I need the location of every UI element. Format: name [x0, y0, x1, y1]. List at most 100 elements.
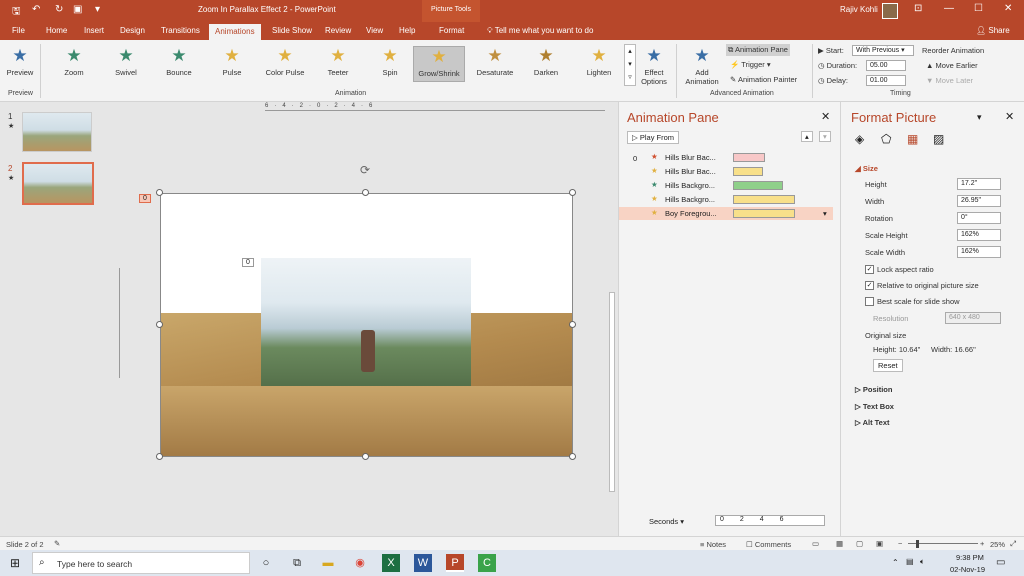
- fit-slide-icon[interactable]: ⤢: [1010, 539, 1016, 549]
- animation-row[interactable]: ★ Hills Backgro...: [619, 179, 833, 192]
- resolution-dropdown[interactable]: 640 x 480: [945, 312, 1001, 324]
- slide-sorter-icon[interactable]: ▦: [836, 539, 843, 548]
- spelling-icon[interactable]: ✎: [54, 539, 60, 548]
- cortana-icon[interactable]: ○: [257, 554, 275, 572]
- effect-options-button[interactable]: ★ Effect Options: [636, 46, 672, 86]
- animation-tag[interactable]: 0: [242, 258, 254, 267]
- pane-options-icon[interactable]: ▾: [977, 112, 982, 123]
- rotation-input[interactable]: 0°: [957, 212, 1001, 224]
- animation-painter-button[interactable]: ✎ Animation Painter: [730, 75, 797, 84]
- close-pane-icon[interactable]: ✕: [1005, 110, 1014, 123]
- camtasia-icon[interactable]: C: [478, 554, 496, 572]
- user-name[interactable]: Rajiv Kohli: [840, 5, 878, 14]
- network-icon[interactable]: ▤: [906, 557, 914, 566]
- animation-row[interactable]: ★ Boy Foregrou... ▾: [619, 207, 833, 220]
- start-from-beginning-icon[interactable]: ▣: [73, 4, 82, 15]
- timing-bar[interactable]: [733, 195, 795, 204]
- animation-bounce[interactable]: ★ Bounce: [153, 46, 205, 82]
- rotate-handle-icon[interactable]: ⟳: [360, 163, 370, 177]
- avatar[interactable]: [882, 3, 898, 19]
- maximize-icon[interactable]: ☐: [974, 3, 983, 14]
- taskbar-search[interactable]: ⌕ Type here to search: [32, 552, 250, 574]
- resize-handle[interactable]: [156, 453, 163, 460]
- scale-height-input[interactable]: 162%: [957, 229, 1001, 241]
- size-section-header[interactable]: ◢ Size: [855, 164, 878, 173]
- resize-handle[interactable]: [569, 189, 576, 196]
- scale-width-input[interactable]: 162%: [957, 246, 1001, 258]
- animation-color-pulse[interactable]: ★ Color Pulse: [259, 46, 311, 82]
- reset-button[interactable]: Reset: [873, 359, 903, 372]
- animation-darken[interactable]: ★ Darken: [520, 46, 572, 82]
- move-down-button[interactable]: ▾: [819, 131, 831, 142]
- animation-swivel[interactable]: ★ Swivel: [100, 46, 152, 82]
- tab-file[interactable]: File: [12, 26, 25, 35]
- move-earlier-button[interactable]: ▲ Move Earlier: [926, 61, 978, 70]
- undo-icon[interactable]: ↶: [32, 4, 40, 15]
- row-dropdown-icon[interactable]: ▾: [823, 209, 827, 218]
- relative-size-checkbox[interactable]: ✓: [865, 281, 874, 290]
- normal-view-icon[interactable]: ▭: [812, 539, 819, 548]
- clock-date[interactable]: 02-Nov-19: [950, 565, 985, 574]
- timing-bar[interactable]: [733, 181, 783, 190]
- effects-icon[interactable]: ⬠: [881, 132, 891, 146]
- tab-format[interactable]: Format: [439, 26, 464, 35]
- delay-spinner[interactable]: 01.00: [866, 75, 906, 86]
- windows-start-icon[interactable]: ⊞: [6, 554, 24, 572]
- seconds-dropdown[interactable]: Seconds ▾: [649, 517, 684, 526]
- reading-view-icon[interactable]: ▢: [856, 539, 863, 548]
- animation-tag[interactable]: 0: [139, 194, 151, 203]
- animation-row[interactable]: ★ Hills Blur Bac...: [619, 151, 833, 164]
- zoom-in-icon[interactable]: +: [980, 539, 984, 548]
- resize-handle[interactable]: [569, 321, 576, 328]
- task-view-icon[interactable]: ⧉: [288, 554, 306, 572]
- resize-handle[interactable]: [362, 189, 369, 196]
- timing-bar[interactable]: [733, 167, 763, 176]
- volume-icon[interactable]: 🔈︎: [920, 557, 925, 567]
- slideshow-icon[interactable]: ▣: [876, 539, 883, 548]
- animation-lighten[interactable]: ★ Lighten: [573, 46, 625, 82]
- tab-home[interactable]: Home: [46, 26, 67, 35]
- timing-bar[interactable]: [733, 153, 765, 162]
- ribbon-display-icon[interactable]: ⊡: [914, 3, 922, 14]
- fill-line-icon[interactable]: ◈: [855, 132, 864, 146]
- tab-insert[interactable]: Insert: [84, 26, 104, 35]
- gallery-scroll[interactable]: ▴ ▾ ▿: [624, 44, 636, 86]
- zoom-slider-thumb[interactable]: [916, 540, 919, 548]
- height-input[interactable]: 17.2": [957, 178, 1001, 190]
- resize-handle[interactable]: [156, 321, 163, 328]
- tab-animations[interactable]: Animations: [209, 24, 261, 40]
- word-icon[interactable]: W: [414, 554, 432, 572]
- minimize-icon[interactable]: —: [944, 3, 954, 14]
- canvas-scrollbar[interactable]: [607, 102, 617, 522]
- size-properties-icon[interactable]: ▦: [907, 132, 918, 146]
- animation-pulse[interactable]: ★ Pulse: [206, 46, 258, 82]
- animation-row[interactable]: ★ Hills Blur Bac...: [619, 165, 833, 178]
- animation-zoom[interactable]: ★ Zoom: [48, 46, 100, 82]
- zoom-out-icon[interactable]: −: [898, 539, 902, 548]
- notification-icon[interactable]: ▭: [996, 557, 1005, 568]
- tab-review[interactable]: Review: [325, 26, 351, 35]
- tab-help[interactable]: Help: [399, 26, 415, 35]
- animation-desaturate[interactable]: ★ Desaturate: [469, 46, 521, 82]
- animation-row[interactable]: ★ Hills Backgro...: [619, 193, 833, 206]
- comments-button[interactable]: ☐ Comments: [746, 540, 791, 549]
- excel-icon[interactable]: X: [382, 554, 400, 572]
- powerpoint-icon[interactable]: P: [446, 554, 464, 572]
- tab-transitions[interactable]: Transitions: [161, 26, 200, 35]
- resize-handle[interactable]: [362, 453, 369, 460]
- zoom-level[interactable]: 25%: [990, 540, 1005, 549]
- slide-thumbnail-1[interactable]: [22, 112, 92, 152]
- alt-text-section[interactable]: ▷ Alt Text: [855, 418, 890, 427]
- textbox-section[interactable]: ▷ Text Box: [855, 402, 894, 411]
- close-icon[interactable]: ✕: [1004, 3, 1012, 14]
- save-icon[interactable]: 🖫: [12, 4, 21, 21]
- duration-spinner[interactable]: 05.00: [866, 60, 906, 71]
- start-dropdown[interactable]: With Previous ▾: [852, 45, 914, 56]
- chrome-icon[interactable]: ◉: [351, 554, 369, 572]
- animation-spin[interactable]: ★ Spin: [364, 46, 416, 82]
- width-input[interactable]: 26.95": [957, 195, 1001, 207]
- timing-bar[interactable]: [733, 209, 795, 218]
- clock-time[interactable]: 9:38 PM: [956, 553, 984, 562]
- redo-icon[interactable]: ↻: [55, 4, 63, 15]
- customize-qat-icon[interactable]: ▾: [95, 4, 100, 15]
